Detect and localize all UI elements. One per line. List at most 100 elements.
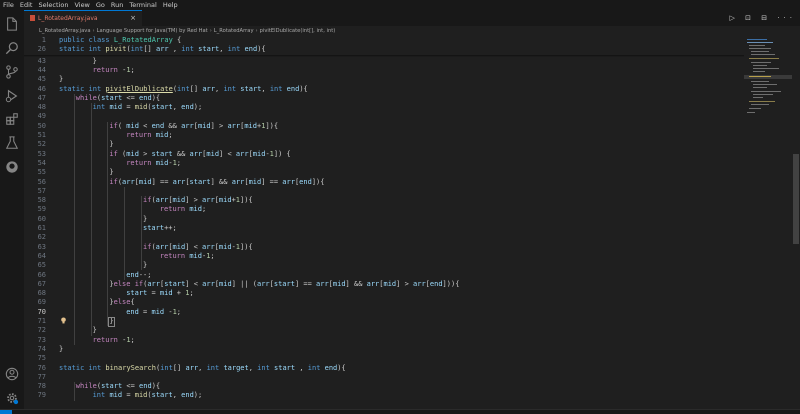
line-number: 47 <box>37 93 46 102</box>
code-token: <= <box>126 93 140 102</box>
sticky-scroll-line[interactable]: 26 static int pivit(int[] arr , int start… <box>24 45 744 55</box>
code-text: if(arr[mid] < arr[mid-1]){ <box>143 243 253 252</box>
code-token: return <box>159 251 190 260</box>
scrollbar-thumb[interactable] <box>793 154 799 244</box>
code-line[interactable]: 74} <box>24 345 744 354</box>
code-line[interactable]: 45} <box>24 75 744 84</box>
code-line[interactable]: 68 start = mid + 1; <box>24 289 744 298</box>
code-line[interactable]: 60} <box>24 215 744 224</box>
account-icon[interactable] <box>5 366 19 381</box>
code-token: start <box>151 391 173 400</box>
code-line[interactable]: 57 <box>24 187 744 196</box>
code-line[interactable]: 73 return -1; <box>24 336 744 345</box>
code-line[interactable]: 44 return -1; <box>24 66 744 75</box>
code-line[interactable]: 59 return mid; <box>24 205 744 214</box>
code-line[interactable]: 69}else{ <box>24 298 744 307</box>
code-line[interactable]: 62 <box>24 233 744 242</box>
menu-selection[interactable]: Selection <box>35 0 71 10</box>
testing-icon[interactable] <box>5 135 19 149</box>
code-token: arr <box>413 279 426 288</box>
code-line[interactable]: 43} <box>24 57 744 66</box>
tab-l-rotatedarray[interactable]: L_RotatedArray.java × <box>24 10 142 26</box>
code-token: int <box>88 363 106 372</box>
code-line[interactable]: 53 if (mid > start && arr[mid] < arr[mid-… <box>24 150 744 159</box>
code-line[interactable]: 64 return mid-1; <box>24 252 744 261</box>
code-line[interactable]: 76 static int binarySearch(int[] arr, int… <box>24 364 744 373</box>
code-token: arr <box>366 279 380 288</box>
github-icon[interactable] <box>5 159 19 173</box>
code-token: mid <box>244 121 257 130</box>
code-editor[interactable]: 43} 44 return -1; 45} 46 static int pivitElDu… <box>24 36 744 409</box>
code-token: { <box>177 36 182 44</box>
activity-bar <box>0 10 25 413</box>
code-token: arr <box>155 242 169 251</box>
breadcrumb-item[interactable]: L_RotatedArray.java <box>39 28 91 34</box>
search-icon[interactable] <box>5 40 19 55</box>
code-line[interactable]: 66 end--; <box>24 271 744 280</box>
code-line[interactable]: 47 while(start <= end){ <box>24 94 744 103</box>
code-line[interactable]: 49 <box>24 112 744 121</box>
code-token: mid <box>219 279 232 288</box>
source-control-icon[interactable] <box>5 64 19 79</box>
explorer-icon[interactable] <box>5 16 19 31</box>
code-line[interactable]: 79 int mid = mid(start, end); <box>24 391 744 400</box>
code-token: ){ <box>151 93 161 102</box>
code-line[interactable]: 61 start++; <box>24 224 744 233</box>
code-line[interactable]: 77 <box>24 373 744 382</box>
code-line[interactable]: 46 static int pivitElDublicate(int[] arr,… <box>24 85 744 94</box>
menu-terminal[interactable]: Terminal <box>126 0 159 10</box>
code-token: start <box>189 177 211 186</box>
code-line[interactable]: 67}else if(arr[start] < arr[mid] || (arr… <box>24 280 744 289</box>
settings-gear-icon[interactable] <box>5 390 19 405</box>
code-line[interactable]: 55} <box>24 168 744 177</box>
close-tab-icon[interactable]: × <box>130 11 136 26</box>
breadcrumb-item[interactable]: Language Support for Java(TM) by Red Hat <box>97 28 208 34</box>
code-line[interactable]: 63 if(arr[mid] < arr[mid-1]){ <box>24 243 744 252</box>
code-token: mid <box>252 149 266 158</box>
menu-edit[interactable]: Edit <box>17 0 36 10</box>
code-token: int <box>181 45 199 54</box>
code-line[interactable]: 56 if(arr[mid] == arr[start] && arr[mid] … <box>24 178 744 187</box>
code-token: end <box>299 177 312 186</box>
code-text: } <box>143 215 147 224</box>
code-token: { <box>130 298 135 307</box>
code-line[interactable]: 51 return mid; <box>24 131 744 140</box>
run-debug-icon[interactable] <box>5 88 19 103</box>
breadcrumb-item[interactable]: L_RotatedArray <box>214 28 254 34</box>
code-line[interactable]: 50 if( mid < end && arr[mid] > arr[mid+1]… <box>24 122 744 131</box>
menu-run[interactable]: Run <box>108 0 126 10</box>
code-token: mid <box>134 103 148 112</box>
code-token: ){ <box>299 84 308 93</box>
menu-file[interactable]: File <box>0 0 17 10</box>
code-token: ]) { <box>273 149 291 158</box>
minimap[interactable] <box>744 36 792 409</box>
code-token: arr <box>282 177 295 186</box>
extensions-icon[interactable] <box>5 111 19 125</box>
code-token: else <box>113 298 131 307</box>
menu-go[interactable]: Go <box>93 0 108 10</box>
code-line[interactable]: 52} <box>24 140 744 149</box>
code-token: mid <box>109 391 127 400</box>
code-token: , <box>172 391 182 400</box>
code-line[interactable]: 71} <box>24 317 744 326</box>
code-line[interactable]: 75 <box>24 354 744 363</box>
breadcrumb-item[interactable]: pivitElDublicate(int[], int, int) <box>260 28 336 34</box>
code-line[interactable]: 58 if(arr[mid] > arr[mid+1]){ <box>24 196 744 205</box>
code-line[interactable]: 65} <box>24 261 744 270</box>
menu-view[interactable]: View <box>71 0 92 10</box>
code-token: ; <box>210 251 215 260</box>
code-token: while <box>75 93 97 102</box>
lightbulb-icon[interactable] <box>60 309 67 324</box>
menu-help[interactable]: Help <box>160 0 181 10</box>
code-text: static int pivit(int[] arr , int start, … <box>59 45 266 54</box>
line-number: 50 <box>37 121 46 130</box>
code-line[interactable]: 72} <box>24 326 744 335</box>
editor-actions[interactable]: ▷ ⊡ ⊟ ··· <box>730 10 796 26</box>
remote-indicator[interactable] <box>0 410 12 414</box>
code-line[interactable]: 70 end = mid -1; <box>24 308 744 317</box>
code-line[interactable]: 78 while(start <= end){ <box>24 382 744 391</box>
code-line[interactable]: 48 int mid = mid(start, end); <box>24 103 744 112</box>
vertical-scrollbar[interactable] <box>792 36 800 409</box>
sticky-scroll-line[interactable]: 1 public class L_RotatedArray { <box>24 36 744 46</box>
code-line[interactable]: 54 return mid-1; <box>24 159 744 168</box>
